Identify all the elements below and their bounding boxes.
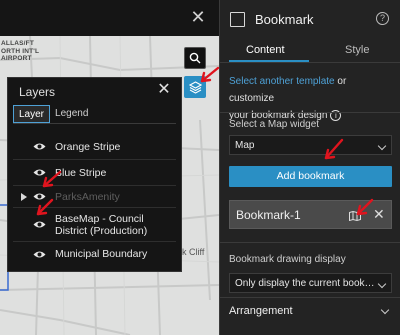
- tab-style[interactable]: Style: [345, 44, 369, 56]
- panel-header: Bookmark ?: [220, 0, 400, 38]
- delete-icon[interactable]: ✕: [373, 207, 385, 221]
- arrangement-section-header[interactable]: Arrangement: [229, 305, 293, 317]
- layer-item-orange-stripe[interactable]: Orange Stripe: [13, 134, 176, 160]
- layers-panel-title: Layers: [19, 85, 56, 99]
- layers-panel: Layers ✕ Layer Legend Orange Stripe Blue…: [7, 77, 182, 272]
- tab-legend[interactable]: Legend: [50, 105, 93, 123]
- layer-label: Blue Stripe: [55, 166, 107, 179]
- drawing-display-select[interactable]: Only display the current book…: [229, 273, 392, 293]
- tab-layer[interactable]: Layer: [13, 105, 51, 123]
- layer-label: ParksAmenity: [55, 190, 120, 203]
- tab-content[interactable]: Content: [246, 44, 285, 56]
- eye-icon[interactable]: [33, 142, 46, 151]
- help-icon[interactable]: ?: [376, 12, 389, 25]
- expand-caret-icon[interactable]: [21, 192, 27, 201]
- section-divider: [220, 242, 400, 243]
- bookmark-item[interactable]: Bookmark-1 ✕: [229, 200, 392, 229]
- layers-panel-tabs: Layer Legend: [13, 105, 93, 123]
- select-template-link[interactable]: Select another template: [229, 76, 335, 87]
- airport-map-label: ALLAS/FT ORTH INT'L AIRPORT: [1, 40, 40, 62]
- close-icon[interactable]: ✕: [157, 82, 171, 98]
- tab-divider: [13, 123, 176, 124]
- place-map-label: k Cliff: [182, 247, 205, 257]
- map-top-bar: ✕: [0, 0, 219, 36]
- map-widget-label: Select a Map widget: [229, 119, 320, 130]
- layers-icon: [188, 80, 202, 94]
- map-widget-select[interactable]: Map: [229, 135, 392, 155]
- bookmark-widget-icon: [230, 12, 245, 27]
- layer-label: Orange Stripe: [55, 140, 121, 153]
- map-view[interactable]: ✕ ALLAS/FT ORTH INT'L AIRPORT k Cliff La…: [0, 0, 219, 335]
- map-icon[interactable]: [349, 211, 361, 221]
- eye-icon[interactable]: [33, 192, 46, 201]
- section-divider: [220, 297, 400, 298]
- layer-item-parks-amenity[interactable]: ParksAmenity: [13, 186, 176, 208]
- close-icon[interactable]: ✕: [189, 8, 207, 26]
- eye-icon[interactable]: [33, 250, 46, 259]
- chevron-down-icon: [377, 141, 387, 151]
- bookmark-name[interactable]: Bookmark-1: [236, 208, 301, 222]
- panel-title: Bookmark: [255, 12, 314, 27]
- eye-icon[interactable]: [33, 220, 46, 229]
- section-divider: [220, 112, 400, 113]
- chevron-down-icon[interactable]: [380, 305, 390, 315]
- layer-item-blue-stripe[interactable]: Blue Stripe: [13, 160, 176, 186]
- layer-label: Municipal Boundary: [55, 248, 148, 260]
- layer-label: BaseMap - Council District (Production): [55, 212, 148, 237]
- search-icon: [189, 52, 201, 64]
- layer-item-municipal-boundary[interactable]: Municipal Boundary: [13, 242, 176, 266]
- settings-tabs: Content Style: [220, 38, 400, 62]
- drawing-display-label: Bookmark drawing display: [229, 254, 346, 265]
- add-bookmark-button[interactable]: Add bookmark: [229, 166, 392, 187]
- tab-divider: [220, 62, 400, 63]
- template-description: Select another template or customize you…: [229, 76, 347, 121]
- bookmark-settings-panel: Bookmark ? Content Style Select another …: [219, 0, 400, 335]
- layers-button[interactable]: [184, 76, 206, 98]
- chevron-down-icon: [377, 279, 387, 289]
- layer-item-basemap-council-district[interactable]: BaseMap - Council District (Production): [13, 208, 176, 242]
- search-button[interactable]: [184, 47, 206, 69]
- eye-icon[interactable]: [33, 168, 46, 177]
